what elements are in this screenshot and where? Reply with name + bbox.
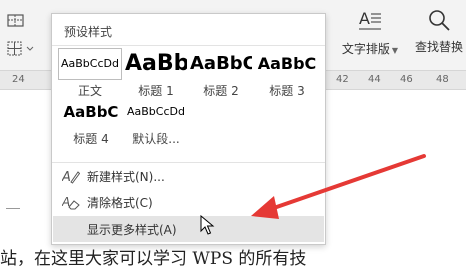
- ruler-number: 46: [400, 74, 413, 85]
- style-caption: 标题 3: [269, 84, 305, 98]
- eraser-icon: A: [62, 195, 80, 210]
- style-preview: AaBbCcDd: [127, 105, 185, 118]
- ruler-number: 48: [436, 74, 449, 85]
- style-caption: 标题 2: [203, 84, 239, 98]
- ruler-number: 42: [336, 74, 349, 85]
- menu-item-label: 清除格式(C): [87, 196, 153, 210]
- style-caption: 默认段...: [132, 132, 180, 146]
- style-preview: AaBbC: [257, 54, 317, 73]
- style-default-paragraph[interactable]: AaBbCcDd 默认段...: [124, 96, 188, 147]
- mouse-cursor-icon: [200, 215, 215, 235]
- menu-item-label: 新建样式(N)...: [87, 170, 165, 184]
- style-heading-3[interactable]: AaBbC 标题 3: [254, 48, 320, 99]
- show-more-styles-menu-item[interactable]: 显示更多样式(A): [53, 216, 324, 242]
- borders-icon[interactable]: [6, 40, 36, 58]
- clear-format-menu-item[interactable]: A 清除格式(C): [53, 189, 324, 215]
- ruler-number: 24: [12, 74, 25, 85]
- text-layout-button[interactable]: A 文字排版 ▼: [340, 8, 400, 57]
- search-icon: [429, 10, 450, 31]
- new-style-menu-item[interactable]: A 新建样式(N)...: [53, 163, 324, 189]
- menu-item-label: 显示更多样式(A): [87, 223, 177, 237]
- chevron-down-icon: ▼: [391, 46, 399, 55]
- panel-header: 预设样式: [64, 25, 113, 39]
- style-heading-2[interactable]: AaBbC 标题 2: [189, 48, 253, 99]
- preset-styles-panel: 预设样式 AaBbCcDd 正文 AaBb 标题 1 AaBbC 标题 2 Aa…: [51, 13, 326, 245]
- svg-text:A: A: [62, 170, 71, 184]
- margin-marker: [6, 208, 20, 209]
- divider: [52, 45, 325, 46]
- svg-text:A: A: [359, 9, 370, 28]
- text-layout-icon: A: [359, 9, 381, 30]
- table-icon[interactable]: [6, 12, 26, 30]
- find-replace-button[interactable]: 查找替换: [412, 8, 466, 55]
- ruler-number: 44: [368, 74, 381, 85]
- new-style-icon: A: [62, 170, 80, 184]
- style-heading-4[interactable]: AaBbC 标题 4: [58, 96, 124, 147]
- document-text[interactable]: 站，在这里大家可以学习 WPS 的所有技: [0, 244, 306, 269]
- style-caption: 标题 4: [73, 132, 109, 146]
- style-preview: AaBb: [125, 51, 188, 76]
- style-preview: AaBbC: [190, 53, 253, 74]
- style-normal[interactable]: AaBbCcDd 正文: [58, 48, 122, 99]
- find-replace-label: 查找替换: [414, 40, 463, 54]
- text-layout-label: 文字排版: [341, 42, 390, 56]
- style-heading-1[interactable]: AaBb 标题 1: [124, 48, 188, 99]
- style-preview: AaBbCcDd: [58, 48, 122, 80]
- style-preview: AaBbC: [63, 103, 119, 121]
